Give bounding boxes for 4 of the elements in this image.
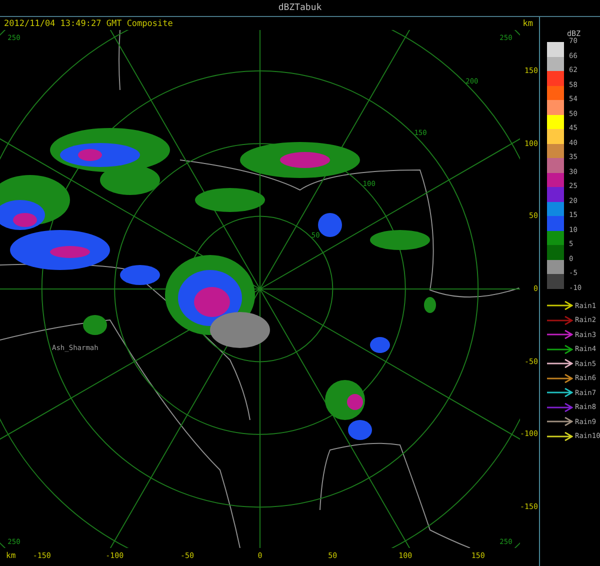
- window-title: dBZTabuk: [0, 0, 600, 17]
- axis-unit-label: km: [6, 551, 16, 560]
- unit-label: km: [522, 18, 533, 28]
- timestamp-label: 2012/11/04 13:49:27 GMT Composite: [4, 18, 173, 28]
